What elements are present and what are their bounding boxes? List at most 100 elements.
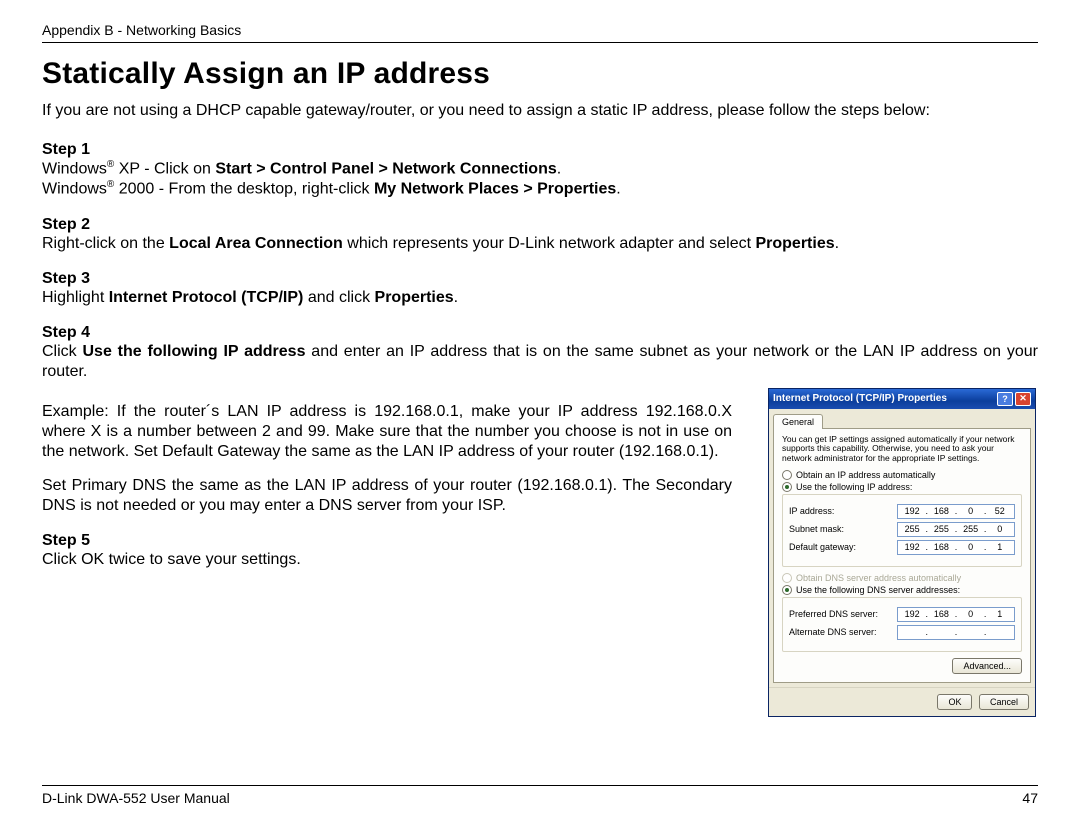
dot: . bbox=[955, 542, 958, 552]
dot: . bbox=[926, 627, 929, 637]
text-bold: Internet Protocol (TCP/IP) bbox=[109, 289, 304, 306]
text: Right-click on the bbox=[42, 235, 169, 252]
octet: 1 bbox=[989, 609, 1011, 619]
label-preferred-dns: Preferred DNS server: bbox=[789, 609, 897, 619]
footer-page-number: 47 bbox=[1022, 790, 1038, 806]
step-4-label: Step 4 bbox=[42, 324, 1038, 342]
header-rule bbox=[42, 42, 1038, 43]
text: Windows bbox=[42, 181, 107, 198]
text: . bbox=[835, 235, 839, 252]
octet: 168 bbox=[930, 609, 952, 619]
step-4-example: Example: If the router´s LAN IP address … bbox=[42, 402, 732, 462]
text: . bbox=[616, 181, 620, 198]
octet: 0 bbox=[960, 542, 982, 552]
step-3-label: Step 3 bbox=[42, 270, 1038, 288]
octet: 255 bbox=[930, 524, 952, 534]
input-preferred-dns[interactable]: 192. 168. 0. 1 bbox=[897, 607, 1015, 622]
step-3-body: Highlight Internet Protocol (TCP/IP) and… bbox=[42, 288, 1038, 308]
dot: . bbox=[984, 627, 987, 637]
label-default-gateway: Default gateway: bbox=[789, 542, 897, 552]
octet: 1 bbox=[989, 542, 1011, 552]
octet: 192 bbox=[901, 609, 923, 619]
octet: 0 bbox=[989, 524, 1011, 534]
dot: . bbox=[984, 609, 987, 619]
dot: . bbox=[984, 542, 987, 552]
cancel-button[interactable]: Cancel bbox=[979, 694, 1029, 710]
dialog-footer: OK Cancel bbox=[769, 687, 1035, 716]
footer-manual-name: D-Link DWA-552 User Manual bbox=[42, 790, 230, 806]
dialog-description: You can get IP settings assigned automat… bbox=[782, 435, 1022, 464]
page-footer: D-Link DWA-552 User Manual 47 bbox=[42, 785, 1038, 806]
label-ip-address: IP address: bbox=[789, 506, 897, 516]
input-default-gateway[interactable]: 192. 168. 0. 1 bbox=[897, 540, 1015, 555]
radio-icon bbox=[782, 573, 792, 583]
text-bold: Use the following IP address bbox=[82, 343, 305, 360]
label-alternate-dns: Alternate DNS server: bbox=[789, 627, 897, 637]
radio-label: Obtain an IP address automatically bbox=[796, 470, 935, 480]
octet: 255 bbox=[901, 524, 923, 534]
dialog-title: Internet Protocol (TCP/IP) Properties bbox=[773, 393, 947, 404]
intro-paragraph: If you are not using a DHCP capable gate… bbox=[42, 101, 1038, 121]
octet: 0 bbox=[960, 506, 982, 516]
advanced-button[interactable]: Advanced... bbox=[952, 658, 1022, 674]
octet: 168 bbox=[930, 542, 952, 552]
help-icon[interactable]: ? bbox=[997, 392, 1013, 406]
text-bold: Properties bbox=[375, 289, 454, 306]
step-4-dns: Set Primary DNS the same as the LAN IP a… bbox=[42, 476, 732, 516]
tab-panel-general: You can get IP settings assigned automat… bbox=[773, 428, 1031, 683]
step-1-line-1: Windows® XP - Click on Start > Control P… bbox=[42, 159, 1038, 179]
text: . bbox=[454, 289, 458, 306]
group-dns-settings: Preferred DNS server: 192. 168. 0. 1 Alt… bbox=[782, 597, 1022, 652]
label-subnet-mask: Subnet mask: bbox=[789, 524, 897, 534]
text-bold: My Network Places > Properties bbox=[374, 181, 616, 198]
ok-button[interactable]: OK bbox=[937, 694, 972, 710]
text: Click bbox=[42, 343, 82, 360]
octet: 255 bbox=[960, 524, 982, 534]
octet: 0 bbox=[960, 609, 982, 619]
input-alternate-dns[interactable]: . . . bbox=[897, 625, 1015, 640]
radio-use-following-dns[interactable]: Use the following DNS server addresses: bbox=[782, 585, 1022, 595]
dot: . bbox=[955, 609, 958, 619]
radio-icon bbox=[782, 482, 792, 492]
step-5-body: Click OK twice to save your settings. bbox=[42, 550, 732, 570]
text-bold: Properties bbox=[755, 235, 834, 252]
radio-obtain-ip-auto[interactable]: Obtain an IP address automatically bbox=[782, 470, 1022, 480]
page-header-label: Appendix B - Networking Basics bbox=[42, 22, 1038, 38]
text: . bbox=[557, 160, 561, 177]
radio-label: Obtain DNS server address automatically bbox=[796, 573, 961, 583]
text: XP - Click on bbox=[114, 160, 215, 177]
group-ip-settings: IP address: 192. 168. 0. 52 Subnet mask: bbox=[782, 494, 1022, 567]
tab-general[interactable]: General bbox=[773, 414, 823, 429]
text: and click bbox=[303, 289, 374, 306]
text: Windows bbox=[42, 160, 107, 177]
step-2-label: Step 2 bbox=[42, 216, 1038, 234]
dot: . bbox=[926, 609, 929, 619]
dialog-titlebar[interactable]: Internet Protocol (TCP/IP) Properties ? … bbox=[769, 389, 1035, 409]
octet: 168 bbox=[930, 506, 952, 516]
radio-obtain-dns-auto: Obtain DNS server address automatically bbox=[782, 573, 1022, 583]
radio-icon bbox=[782, 470, 792, 480]
dot: . bbox=[955, 627, 958, 637]
dot: . bbox=[926, 506, 929, 516]
dot: . bbox=[984, 506, 987, 516]
footer-rule bbox=[42, 785, 1038, 786]
step-1-line-2: Windows® 2000 - From the desktop, right-… bbox=[42, 179, 1038, 199]
radio-use-following-ip[interactable]: Use the following IP address: bbox=[782, 482, 1022, 492]
text: 2000 - From the desktop, right-click bbox=[114, 181, 374, 198]
dot: . bbox=[955, 524, 958, 534]
text: which represents your D-Link network ada… bbox=[343, 235, 756, 252]
close-icon[interactable]: ✕ bbox=[1015, 392, 1031, 406]
text-bold: Start > Control Panel > Network Connecti… bbox=[215, 160, 556, 177]
step-1-label: Step 1 bbox=[42, 141, 1038, 159]
step-5-label: Step 5 bbox=[42, 532, 732, 550]
step-4-body: Click Use the following IP address and e… bbox=[42, 342, 1038, 382]
input-ip-address[interactable]: 192. 168. 0. 52 bbox=[897, 504, 1015, 519]
step-2-body: Right-click on the Local Area Connection… bbox=[42, 234, 1038, 254]
section-title: Statically Assign an IP address bbox=[42, 57, 1038, 91]
dot: . bbox=[926, 542, 929, 552]
input-subnet-mask[interactable]: 255. 255. 255. 0 bbox=[897, 522, 1015, 537]
tcpip-properties-dialog: Internet Protocol (TCP/IP) Properties ? … bbox=[768, 388, 1036, 717]
dot: . bbox=[955, 506, 958, 516]
radio-label: Use the following DNS server addresses: bbox=[796, 585, 960, 595]
octet: 52 bbox=[989, 506, 1011, 516]
